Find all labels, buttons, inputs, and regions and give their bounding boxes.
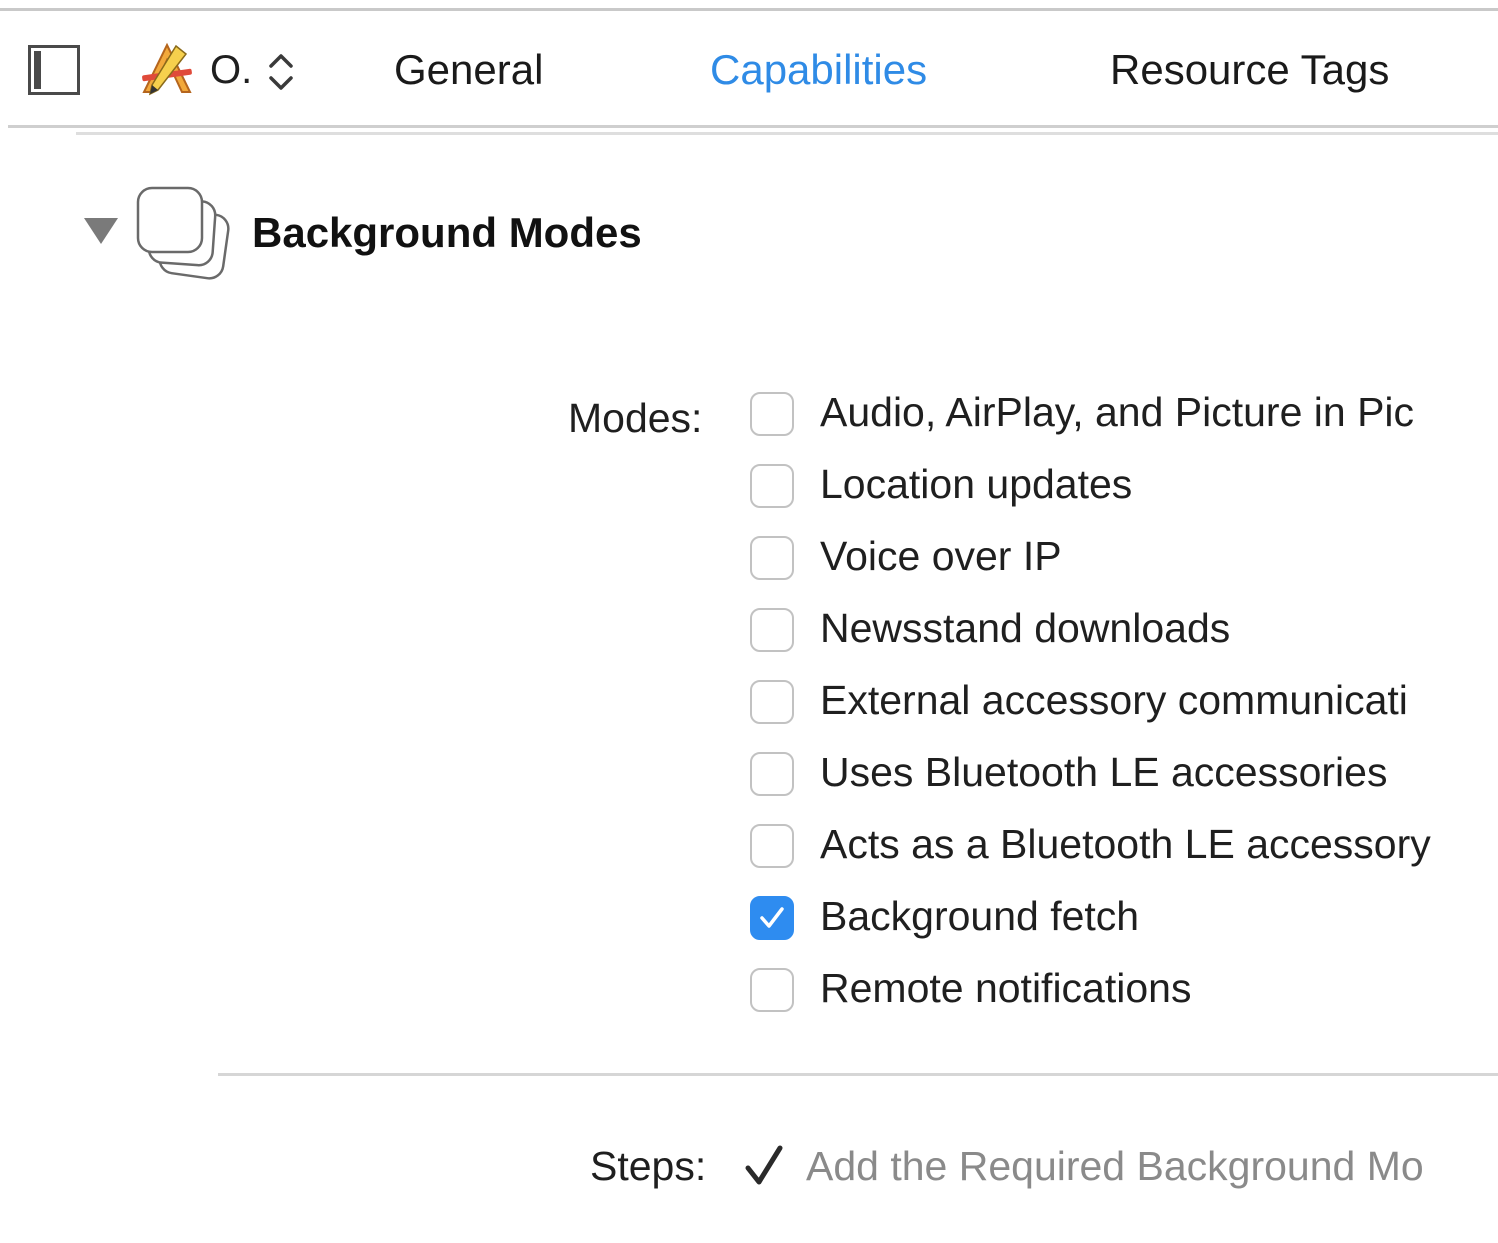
- mode-row-background-fetch[interactable]: Background fetch: [750, 892, 1498, 954]
- mode-row-voip[interactable]: Voice over IP: [750, 532, 1498, 594]
- content-top-divider: [76, 132, 1498, 135]
- capabilities-pane: O. General Capabilities Resource Tags Ba…: [0, 0, 1498, 1243]
- steps-label: Steps:: [590, 1143, 707, 1189]
- mode-checkbox[interactable]: [750, 464, 794, 508]
- tab-general[interactable]: General: [394, 44, 543, 96]
- mode-checkbox[interactable]: [750, 968, 794, 1012]
- mode-row-acts-as-bluetooth-le[interactable]: Acts as a Bluetooth LE accessory: [750, 820, 1498, 882]
- mode-checkbox[interactable]: [750, 392, 794, 436]
- mode-row-location-updates[interactable]: Location updates: [750, 460, 1498, 522]
- mode-checkbox[interactable]: [750, 608, 794, 652]
- mode-row-uses-bluetooth-le[interactable]: Uses Bluetooth LE accessories: [750, 748, 1498, 810]
- mode-row-external-accessory[interactable]: External accessory communicati: [750, 676, 1498, 738]
- mode-checkbox[interactable]: [750, 536, 794, 580]
- sidebar-toggle-icon[interactable]: [28, 45, 80, 95]
- mode-label: Acts as a Bluetooth LE accessory: [820, 821, 1431, 867]
- target-name[interactable]: O.: [210, 44, 252, 96]
- mode-label: External accessory communicati: [820, 677, 1408, 723]
- up-down-stepper-icon[interactable]: [266, 50, 296, 94]
- mode-checkbox[interactable]: [750, 752, 794, 796]
- mode-row-audio[interactable]: Audio, AirPlay, and Picture in Pic: [750, 388, 1498, 450]
- tab-resource-tags[interactable]: Resource Tags: [1110, 44, 1389, 96]
- background-modes-icon: [132, 182, 236, 284]
- mode-label: Voice over IP: [820, 533, 1062, 579]
- mode-checkbox-checked[interactable]: [750, 896, 794, 940]
- mode-row-remote-notifications[interactable]: Remote notifications: [750, 964, 1498, 1026]
- mode-label: Background fetch: [820, 893, 1140, 939]
- app-target-icon[interactable]: [138, 42, 196, 98]
- step-text: Add the Required Background Mo: [806, 1143, 1424, 1189]
- section-title: Background Modes: [252, 209, 642, 256]
- mode-label: Newsstand downloads: [820, 605, 1231, 651]
- mode-checkbox[interactable]: [750, 824, 794, 868]
- section-divider: [218, 1073, 1498, 1076]
- mode-row-newsstand[interactable]: Newsstand downloads: [750, 604, 1498, 666]
- modes-label: Modes:: [568, 395, 703, 441]
- checkmark-icon: [760, 907, 784, 928]
- mode-label: Location updates: [820, 461, 1133, 507]
- checkmark-icon: [744, 1144, 784, 1188]
- mode-label: Uses Bluetooth LE accessories: [820, 749, 1388, 795]
- tab-capabilities[interactable]: Capabilities: [710, 44, 927, 96]
- disclosure-triangle-icon[interactable]: [82, 214, 120, 248]
- mode-label: Remote notifications: [820, 965, 1192, 1011]
- mode-checkbox[interactable]: [750, 680, 794, 724]
- mode-label: Audio, AirPlay, and Picture in Pic: [820, 389, 1415, 435]
- toolbar-divider: [8, 125, 1498, 128]
